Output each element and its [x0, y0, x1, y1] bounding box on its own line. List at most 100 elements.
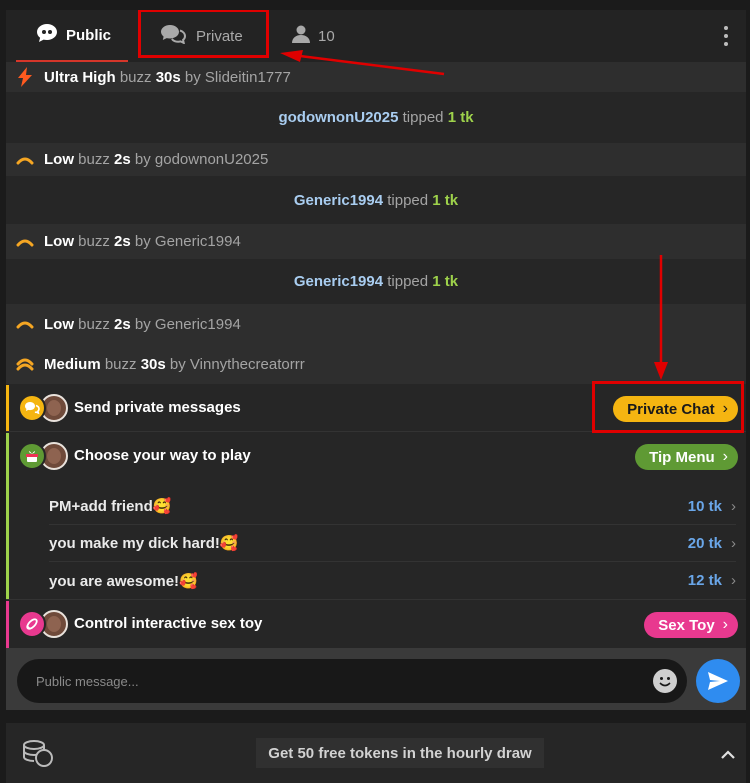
promo-title: Choose your way to play [74, 447, 251, 464]
buzz-row: Low buzz 2s by Generic1994 [6, 224, 746, 259]
low-vibration-icon [6, 237, 44, 247]
tip-menu-item[interactable]: you are awesome!🥰 12 tk › [49, 562, 736, 599]
promo-title: Control interactive sex toy [74, 615, 263, 632]
users-count: 10 [318, 27, 335, 45]
tip-menu-item-price: 12 tk [687, 572, 722, 589]
buzz-word: buzz [78, 151, 110, 168]
buzz-word: buzz [119, 68, 152, 86]
sex-toy-promo: Control interactive sex toy Sex Toy › [6, 601, 746, 648]
tip-verb: tipped [402, 109, 444, 126]
chevron-up-icon[interactable] [720, 743, 736, 766]
tip-amount: 1 tk [432, 191, 459, 209]
private-chat-promo: Send private messages Private Chat › [6, 385, 746, 432]
tip-menu-badge-icon [18, 442, 46, 470]
buzz-user[interactable]: Slideitin1777 [205, 69, 291, 86]
tip-menu-item[interactable]: you make my dick hard!🥰 20 tk › [49, 525, 736, 562]
tab-private-label: Private [196, 27, 243, 45]
message-composer [6, 648, 746, 710]
sex-toy-button-label: Sex Toy [658, 616, 715, 634]
buzz-duration: 30s [140, 355, 166, 373]
emoji-icon[interactable] [653, 669, 677, 693]
tip-row: Generic1994 tipped 1 tk [6, 259, 746, 304]
message-input[interactable] [36, 673, 636, 689]
buzz-word: buzz [78, 233, 110, 250]
tab-private[interactable]: Private [156, 10, 266, 62]
tip-row: godownonU2025 tipped 1 tk [6, 92, 746, 143]
buzz-duration: 2s [114, 151, 131, 168]
send-icon [708, 672, 728, 690]
low-vibration-icon [6, 155, 44, 165]
chevron-right-icon: › [722, 616, 728, 633]
accent-bar [6, 601, 9, 648]
tip-menu-item-price: 20 tk [687, 534, 722, 552]
buzz-by: by [169, 355, 186, 373]
chat-bubble-icon [36, 23, 58, 47]
tip-menu-item-price: 10 tk [687, 497, 722, 515]
tip-menu-button-label: Tip Menu [649, 448, 715, 466]
low-vibration-icon [6, 319, 44, 329]
tab-users[interactable]: 10 [292, 10, 335, 62]
buzz-level: Medium [44, 355, 101, 373]
buzz-row: Medium buzz 30s by Vinnythecreatorrr [6, 344, 746, 384]
tab-public[interactable]: Public [16, 10, 128, 62]
chevron-right-icon: › [731, 497, 736, 515]
tip-menu-promo: Choose your way to play Tip Menu › PM+add… [6, 433, 746, 600]
send-button[interactable] [696, 659, 740, 703]
accent-bar [6, 433, 9, 599]
user-icon [292, 25, 310, 47]
avatar-group [18, 394, 70, 424]
accent-bar [6, 385, 9, 431]
tip-row: Generic1994 tipped 1 tk [6, 176, 746, 224]
bottom-bar: Get 50 free tokens in the hourly draw [6, 723, 746, 783]
private-chat-button-label: Private Chat [627, 400, 715, 418]
buzz-row: Low buzz 2s by Generic1994 [6, 304, 746, 344]
promo-title: Send private messages [74, 399, 241, 416]
tip-verb: tipped [387, 273, 429, 290]
buzz-level: Low [44, 151, 74, 168]
tab-public-label: Public [66, 26, 112, 44]
tip-amount: 1 tk [447, 109, 474, 126]
hourly-draw-banner[interactable]: Get 50 free tokens in the hourly draw [256, 738, 544, 768]
buzz-duration: 30s [155, 68, 181, 86]
private-chat-badge-icon [18, 394, 46, 422]
private-chat-icon [160, 24, 187, 48]
tipper-name[interactable]: Generic1994 [294, 273, 383, 290]
buzz-level: Low [44, 315, 74, 333]
medium-vibration-icon [6, 357, 44, 371]
buzz-by: by [134, 315, 151, 333]
chevron-right-icon: › [722, 448, 728, 465]
buzz-user[interactable]: Generic1994 [155, 233, 241, 250]
tip-menu-item-label: you are awesome!🥰 [49, 572, 198, 590]
buzz-user[interactable]: Generic1994 [155, 316, 241, 333]
tip-menu-item-label: PM+add friend🥰 [49, 498, 172, 515]
chevron-right-icon: › [722, 400, 728, 417]
more-options-icon[interactable] [722, 26, 730, 46]
buzz-user[interactable]: godownonU2025 [155, 151, 268, 168]
buzz-by: by [184, 68, 201, 86]
buzz-duration: 2s [114, 315, 131, 333]
tip-verb: tipped [387, 191, 429, 209]
buzz-level: Ultra High [44, 68, 116, 86]
avatar-group [18, 442, 70, 472]
buzz-by: by [134, 151, 151, 168]
avatar-group [18, 610, 70, 640]
buzz-word: buzz [104, 355, 137, 373]
chevron-right-icon: › [731, 572, 736, 589]
lightning-icon [6, 67, 44, 87]
buzz-level: Low [44, 233, 74, 250]
message-input-wrapper [17, 659, 687, 703]
sex-toy-badge-icon [18, 610, 46, 638]
coins-icon [22, 739, 54, 772]
private-chat-button[interactable]: Private Chat › [613, 396, 738, 422]
tipper-name[interactable]: godownonU2025 [278, 109, 398, 126]
tip-menu-button[interactable]: Tip Menu › [635, 444, 738, 470]
sex-toy-button[interactable]: Sex Toy › [644, 612, 738, 638]
buzz-row: Ultra High buzz 30s by Slideitin1777 [6, 62, 746, 92]
chat-panel: Public Private 10 Ultra High buzz 30s by… [6, 10, 746, 710]
tip-amount: 1 tk [432, 273, 459, 290]
buzz-row: Low buzz 2s by godownonU2025 [6, 143, 746, 176]
buzz-user[interactable]: Vinnythecreatorrr [190, 356, 305, 373]
chat-tabs: Public Private 10 [6, 10, 746, 62]
tipper-name[interactable]: Generic1994 [294, 192, 383, 209]
tip-menu-item[interactable]: PM+add friend🥰 10 tk › [49, 488, 736, 525]
